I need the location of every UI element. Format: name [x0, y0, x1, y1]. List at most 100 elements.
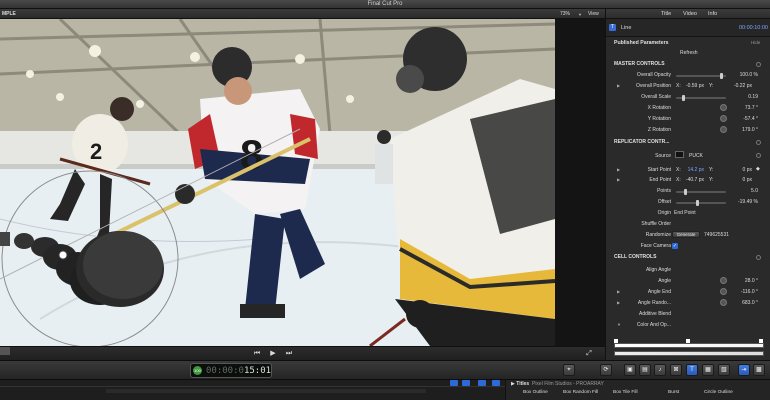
dashboard-timecode[interactable]: 100 00:00:015:01	[190, 363, 272, 378]
source-label: Source	[655, 153, 671, 159]
themes-icon[interactable]: ▧	[718, 364, 730, 376]
inspector-panel: Title Video Info T Line 00:00:10:00 Publ…	[605, 9, 770, 360]
group-cell-controls[interactable]: CELL CONTROLS	[614, 254, 656, 260]
y-rotation-value[interactable]: -57.4 °	[731, 116, 758, 122]
start-point-x-field[interactable]: 14.2 px	[684, 167, 704, 173]
angle-random-value[interactable]: 683.0 °	[731, 300, 758, 306]
group-replicator-controls[interactable]: REPLICATOR CONTR...	[614, 139, 669, 145]
viewer-letterbox	[555, 19, 605, 346]
timeline-area[interactable]: 00:00:15:00 00:00:20:00 00:00:25:00	[0, 380, 505, 400]
refresh-button[interactable]: Refresh	[680, 50, 698, 56]
play-button[interactable]: ▶	[268, 349, 278, 359]
title-item[interactable]: Box Random Fill	[563, 390, 598, 395]
overall-position-y-label: Y:	[709, 83, 714, 89]
browser-category[interactable]: Titles	[516, 381, 529, 387]
previous-frame-button[interactable]: ⏮	[252, 349, 262, 359]
generators-icon[interactable]: ▦	[702, 364, 714, 376]
origin-label: Origin	[657, 210, 671, 216]
overall-scale-value[interactable]: 0.19	[731, 94, 758, 100]
points-slider[interactable]	[676, 189, 726, 195]
player-number-2: 2	[90, 139, 102, 164]
viewer-zoom-menu[interactable]: 73%	[560, 9, 570, 19]
next-frame-button[interactable]: ⏭	[284, 349, 294, 359]
offset-value[interactable]: -19.49 %	[731, 199, 758, 205]
music-icon[interactable]: ♪	[654, 364, 666, 376]
titles-icon[interactable]: T	[686, 364, 698, 376]
title-item[interactable]: Box Tile Fill	[613, 390, 638, 395]
overall-opacity-value[interactable]: 100.0 %	[731, 72, 758, 78]
tool-select-icon[interactable]: ⌖	[563, 364, 575, 376]
viewer-canvas[interactable]: 2 8	[0, 19, 555, 346]
color-gradient-editor[interactable]	[614, 343, 764, 348]
timeline-clip[interactable]	[106, 389, 426, 393]
overall-position-y-field[interactable]: -0.22 px	[732, 83, 752, 89]
x-rotation-dial[interactable]	[720, 104, 727, 111]
hockey-scene-image: 2 8	[0, 19, 555, 346]
fullscreen-icon[interactable]: ⤢	[584, 349, 594, 359]
generate-button[interactable]: Generate	[672, 231, 700, 238]
reset-icon[interactable]	[756, 255, 761, 260]
title-item[interactable]: Circle Outline	[704, 390, 733, 395]
origin-popup[interactable]: End Point	[674, 210, 696, 216]
z-rotation-value[interactable]: 179.0 °	[731, 127, 758, 133]
retime-icon[interactable]: ⟳	[600, 364, 612, 376]
points-value[interactable]: 5.0	[731, 188, 758, 194]
reset-icon[interactable]	[756, 140, 761, 145]
tab-info[interactable]: Info	[708, 9, 717, 19]
background-tasks-indicator[interactable]: 100	[193, 366, 202, 375]
source-options-icon[interactable]	[756, 153, 761, 158]
reset-icon[interactable]	[756, 62, 761, 67]
z-rotation-label: Z Rotation	[647, 127, 671, 133]
title-item[interactable]: Burst	[668, 390, 679, 395]
inspector-item-name: Line	[621, 25, 632, 31]
start-point-y-field[interactable]: 0 px	[732, 167, 752, 173]
randomize-seed-field[interactable]: 749625531	[704, 232, 729, 238]
transitions-icon[interactable]: ⊠	[670, 364, 682, 376]
overall-position-x-field[interactable]: -0.59 px	[684, 83, 704, 89]
end-point-label: End Point	[649, 177, 671, 183]
end-point-y-label: Y:	[709, 177, 714, 183]
source-well[interactable]	[675, 151, 684, 158]
tab-title[interactable]: Title	[661, 9, 671, 19]
titles-browser: ▶ Titles Pixel Film Studios - PROARRAY B…	[505, 380, 770, 400]
viewer-view-menu[interactable]: View	[588, 9, 599, 19]
overall-scale-slider[interactable]	[676, 95, 726, 101]
chevron-down-icon[interactable]: ▼	[578, 12, 582, 17]
angle-value[interactable]: 28.0 °	[731, 278, 758, 284]
angle-random-label: Angle Rando...	[637, 300, 671, 306]
color-and-opacity-label: Color And Op...	[636, 322, 671, 328]
keyframe-diamond-icon[interactable]: ◆	[756, 166, 760, 172]
start-point-x-label: X:	[676, 167, 681, 173]
face-camera-checkbox[interactable]: ✓	[672, 243, 678, 249]
points-label: Points	[657, 188, 671, 194]
offset-slider[interactable]	[676, 200, 726, 206]
title-item[interactable]: Box Outline	[523, 390, 548, 395]
opacity-gradient-editor[interactable]	[614, 351, 764, 356]
viewer-resize-handle[interactable]	[0, 347, 10, 355]
x-rotation-value[interactable]: 73.7 °	[731, 105, 758, 111]
offset-label: Offset	[657, 199, 671, 205]
angle-end-dial[interactable]	[720, 288, 727, 295]
end-point-y-field[interactable]: 0 px	[732, 177, 752, 183]
app-title: Final Cut Pro	[367, 1, 403, 7]
end-point-x-field[interactable]: -40.7 px	[684, 177, 704, 183]
tab-video[interactable]: Video	[683, 9, 697, 19]
group-master-controls[interactable]: MASTER CONTROLS	[614, 61, 665, 67]
overall-opacity-slider[interactable]	[676, 73, 726, 79]
face-camera-label: Face Camera	[640, 243, 671, 249]
effects-icon[interactable]: ▩	[753, 364, 765, 376]
media-browser-icon[interactable]: ▣	[624, 364, 636, 376]
y-rotation-dial[interactable]	[720, 115, 727, 122]
overall-scale-label: Overall Scale	[641, 94, 671, 100]
browser-source[interactable]: Pixel Film Studios - PROARRAY	[532, 381, 604, 387]
randomize-label: Randomize	[645, 232, 671, 238]
z-rotation-dial[interactable]	[720, 126, 727, 133]
share-icon[interactable]: ⇥	[738, 364, 750, 376]
photos-icon[interactable]: ▤	[639, 364, 651, 376]
hide-section-link[interactable]: Hide	[751, 40, 760, 45]
angle-end-value[interactable]: -116.0 °	[731, 289, 758, 295]
viewer-transport: ⏮ ▶ ⏭ ⤢	[0, 346, 605, 360]
angle-dial[interactable]	[720, 277, 727, 284]
angle-random-dial[interactable]	[720, 299, 727, 306]
angle-label: Angle	[658, 278, 671, 284]
